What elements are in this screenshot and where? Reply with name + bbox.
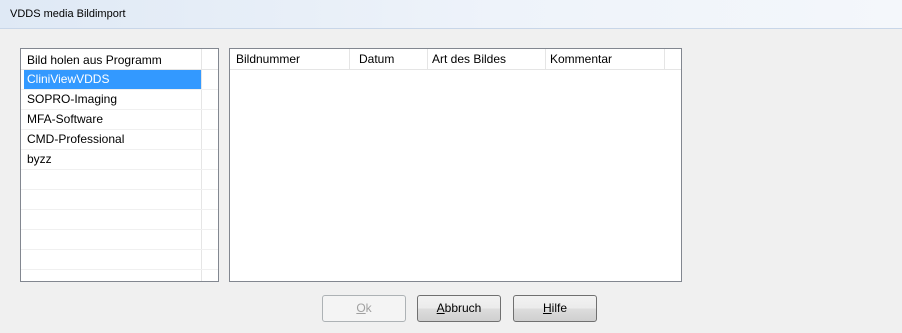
ok-button-mnemonic: O	[356, 301, 366, 315]
cancel-button[interactable]: Abbruch	[417, 295, 501, 322]
list-item-label: byzz	[27, 152, 52, 166]
list-item-sopro-imaging[interactable]: SOPRO-Imaging	[21, 90, 218, 110]
column-header-kommentar[interactable]: Kommentar	[550, 49, 612, 70]
list-item-cmd-professional[interactable]: CMD-Professional	[21, 130, 218, 150]
column-separator[interactable]	[349, 49, 350, 70]
list-empty-row	[21, 190, 218, 210]
column-separator[interactable]	[545, 49, 546, 70]
column-separator[interactable]	[427, 49, 428, 70]
image-table[interactable]: Bildnummer Datum Art des Bildes Kommenta…	[229, 48, 682, 282]
program-list-rows: CliniViewVDDS SOPRO-Imaging MFA-Software…	[21, 70, 218, 270]
help-button[interactable]: Hilfe	[513, 295, 597, 322]
list-item-byzz[interactable]: byzz	[21, 150, 218, 170]
help-button-mnemonic: H	[542, 301, 552, 315]
list-empty-row	[21, 230, 218, 250]
title-bar: VDDS media Bildimport	[0, 0, 902, 29]
image-table-header: Bildnummer Datum Art des Bildes Kommenta…	[230, 49, 681, 70]
list-item-label: CliniViewVDDS	[24, 70, 201, 89]
cancel-button-mnemonic: A	[436, 301, 445, 315]
ok-button[interactable]: Ok	[322, 295, 406, 322]
list-empty-row	[21, 250, 218, 270]
list-empty-row	[21, 210, 218, 230]
column-header-datum[interactable]: Datum	[359, 49, 394, 70]
column-header-bildnummer[interactable]: Bildnummer	[236, 49, 300, 70]
list-item-cliniviewvdds[interactable]: CliniViewVDDS	[21, 70, 218, 90]
program-list-header[interactable]: Bild holen aus Programm	[21, 49, 218, 70]
cancel-button-label: bbruch	[444, 301, 482, 315]
column-separator[interactable]	[664, 49, 665, 70]
column-header-art-des-bildes[interactable]: Art des Bildes	[432, 49, 506, 70]
list-item-label: MFA-Software	[27, 112, 104, 126]
help-button-label: ilfe	[551, 301, 567, 315]
list-item-mfa-software[interactable]: MFA-Software	[21, 110, 218, 130]
list-empty-row	[21, 170, 218, 190]
program-list[interactable]: Bild holen aus Programm CliniViewVDDS SO…	[20, 48, 219, 282]
window-title: VDDS media Bildimport	[10, 8, 126, 20]
list-item-label: SOPRO-Imaging	[27, 92, 118, 106]
program-list-header-label: Bild holen aus Programm	[27, 53, 162, 67]
list-item-label: CMD-Professional	[27, 132, 125, 146]
ok-button-label: k	[365, 301, 372, 315]
